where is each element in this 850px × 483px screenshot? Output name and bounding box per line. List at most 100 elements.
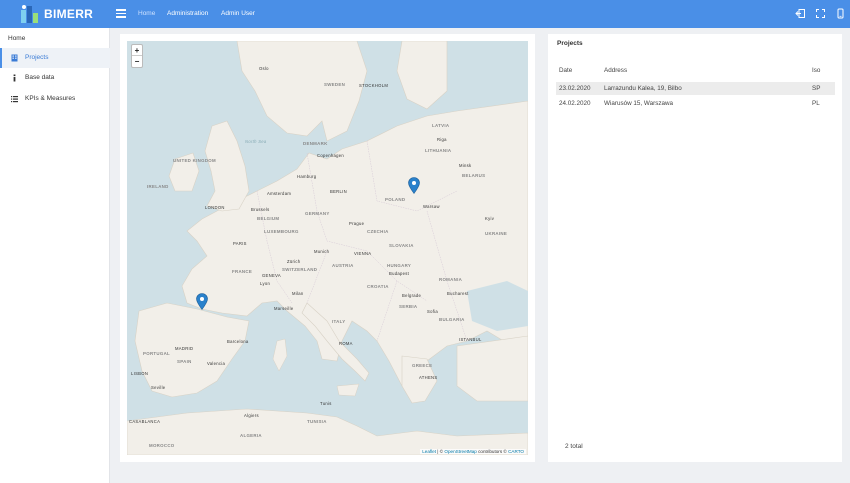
mobile-icon[interactable] xyxy=(835,8,846,19)
cell-iso: SP xyxy=(812,85,821,92)
map-label: Budapest xyxy=(389,271,410,276)
map-label: SWITZERLAND xyxy=(282,267,318,272)
map-label: Warsaw xyxy=(423,204,440,209)
map-label: Kyiv xyxy=(485,216,495,221)
map-label: Hamburg xyxy=(297,174,317,179)
carto-link[interactable]: CARTO xyxy=(508,449,524,454)
osm-link[interactable]: OpenStreetMap xyxy=(444,449,476,454)
menu-toggle-icon[interactable] xyxy=(116,9,126,18)
sidebar-item-projects[interactable]: Projects xyxy=(0,48,110,68)
map-label: GERMANY xyxy=(305,211,330,216)
map-label: MOROCCO xyxy=(149,443,175,448)
map-label: GENEVA xyxy=(262,273,281,278)
map-label: Sofia xyxy=(427,309,439,314)
breadcrumb[interactable]: Home xyxy=(8,35,25,42)
map-label: Seville xyxy=(151,385,166,390)
cell-date: 23.02.2020 xyxy=(559,85,591,92)
map-label: VIENNA xyxy=(354,251,372,256)
nav-home[interactable]: Home xyxy=(138,10,155,17)
map-label: GREECE xyxy=(412,363,433,368)
map-label: Valencia xyxy=(207,361,226,366)
marker-warsaw-icon[interactable] xyxy=(408,177,420,194)
column-header-iso[interactable]: Iso xyxy=(812,67,820,74)
map-label: SERBIA xyxy=(399,304,418,309)
sidebar-item-base-data[interactable]: Base data xyxy=(0,68,110,88)
column-header-date[interactable]: Date xyxy=(559,67,572,74)
map-label: Riga xyxy=(437,137,447,142)
map-label: North Sea xyxy=(245,139,267,144)
map-label: Copenhagen xyxy=(317,153,344,158)
total-count: 2 total xyxy=(565,443,583,450)
map-label: Bucharest xyxy=(447,291,469,296)
map-label: HUNGARY xyxy=(387,263,412,268)
map-label: Tunis xyxy=(320,401,332,406)
map-label: SPAIN xyxy=(177,359,192,364)
cell-iso: PL xyxy=(812,100,820,107)
attribution-contrib: contributors © xyxy=(476,449,509,454)
top-navbar: BIMERR Home Administration Admin User xyxy=(0,0,850,28)
map-label: ATHENS xyxy=(419,375,438,380)
map-label: ROMANIA xyxy=(439,277,463,282)
map-label: Barcelona xyxy=(227,339,249,344)
building-icon xyxy=(11,54,18,62)
sidebar-item-label: Projects xyxy=(25,54,49,61)
list-icon xyxy=(11,96,18,103)
fullscreen-icon[interactable] xyxy=(815,8,826,19)
zoom-control: + − xyxy=(131,44,143,68)
leaflet-link[interactable]: Leaflet xyxy=(422,449,436,454)
table-row[interactable]: 24.02.2020 Wiarusów 15, Warszawa PL xyxy=(556,97,835,110)
logo-text: BIMERR xyxy=(44,7,94,21)
map-label: Milan xyxy=(292,291,304,296)
map-label: IRELAND xyxy=(147,184,169,189)
map-label: LITHUANIA xyxy=(425,148,452,153)
cell-date: 24.02.2020 xyxy=(559,100,591,107)
map-label: ALGERIA xyxy=(240,433,262,438)
map-label: ITALY xyxy=(332,319,346,324)
zoom-out-button[interactable]: − xyxy=(132,56,142,67)
map-label: FRANCE xyxy=(232,269,253,274)
map-label: CROATIA xyxy=(367,284,389,289)
map-label: Brussels xyxy=(251,207,270,212)
cell-address: Wiarusów 15, Warszawa xyxy=(604,100,674,107)
projects-panel: Projects Date Address Iso 23.02.2020 Lar… xyxy=(548,34,842,462)
map-label: UNITED KINGDOM xyxy=(173,158,216,163)
map-label: BERLIN xyxy=(330,189,347,194)
sidebar: Home Projects Base data KPIs & Measures xyxy=(0,28,110,483)
map-panel: + − SWEDEN STOCKHOLM Oslo LATVIA LITHUAN… xyxy=(120,34,535,462)
map-label: LONDON xyxy=(205,205,225,210)
zoom-in-button[interactable]: + xyxy=(132,45,142,56)
map-label: Minsk xyxy=(459,163,472,168)
marker-bilbao-icon[interactable] xyxy=(196,293,208,310)
map-label: PARIS xyxy=(233,241,247,246)
map-label: DENMARK xyxy=(303,141,328,146)
panel-title: Projects xyxy=(557,40,583,47)
bimerr-logo[interactable]: BIMERR xyxy=(20,3,94,25)
map-label: ROMA xyxy=(339,341,353,346)
sidebar-item-label: Base data xyxy=(25,74,55,81)
map-label: STOCKHOLM xyxy=(359,83,389,88)
cell-address: Larrazundu Kalea, 19, Bilbo xyxy=(604,85,682,92)
map-label: Lyon xyxy=(260,281,271,286)
nav-admin-user[interactable]: Admin User xyxy=(221,10,255,17)
map-label: Algiers xyxy=(244,413,259,418)
map-label: Prague xyxy=(349,221,365,226)
map-label: UKRAINE xyxy=(485,231,508,236)
map-label: SWEDEN xyxy=(324,82,346,87)
projects-map[interactable]: + − SWEDEN STOCKHOLM Oslo LATVIA LITHUAN… xyxy=(127,41,528,455)
nav-administration[interactable]: Administration xyxy=(167,10,208,17)
map-label: Munich xyxy=(314,249,330,254)
column-header-address[interactable]: Address xyxy=(604,67,627,74)
map-label: Zürich xyxy=(287,259,301,264)
map-label: BELARUS xyxy=(462,173,486,178)
table-row[interactable]: 23.02.2020 Larrazundu Kalea, 19, Bilbo S… xyxy=(556,82,835,95)
map-label: AUSTRIA xyxy=(332,263,354,268)
map-label: Marseille xyxy=(274,306,294,311)
sidebar-item-kpis[interactable]: KPIs & Measures xyxy=(0,89,110,109)
map-label: BELGIUM xyxy=(257,216,280,221)
map-label: Oslo xyxy=(259,66,269,71)
map-label: ISTANBUL xyxy=(459,337,482,342)
map-label: LISBON xyxy=(131,371,149,376)
map-basemap xyxy=(127,41,528,455)
info-icon xyxy=(13,74,16,82)
logout-icon[interactable] xyxy=(795,8,806,19)
